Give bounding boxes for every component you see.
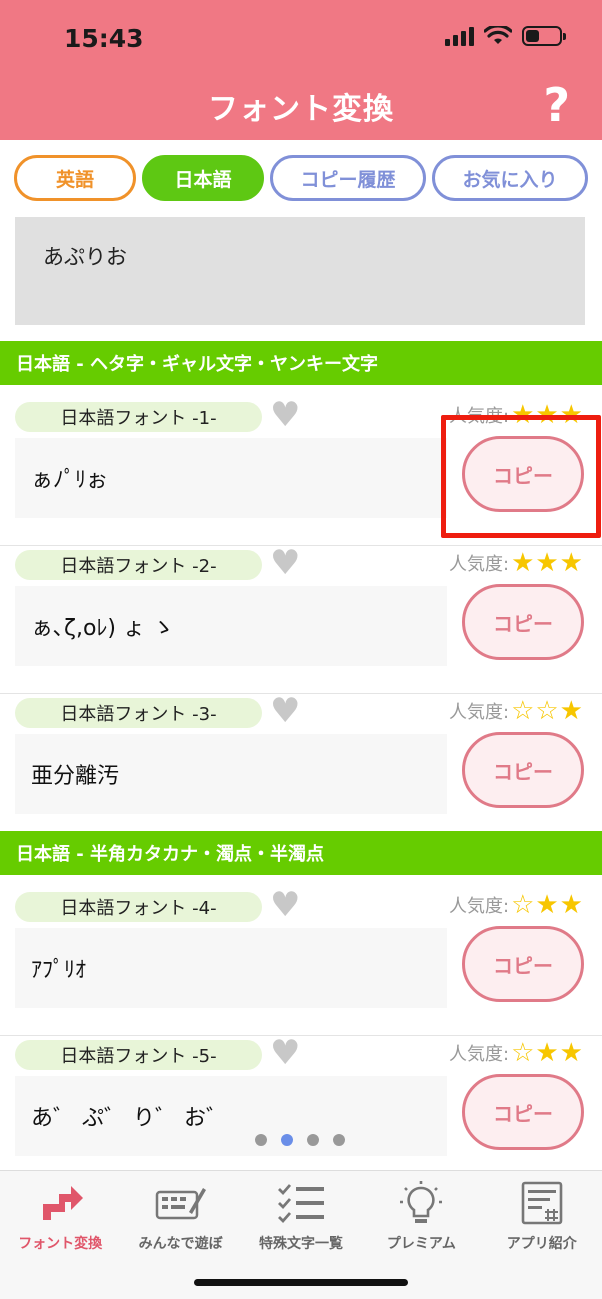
nav-item-app-intro[interactable]: アプリ紹介: [482, 1179, 602, 1253]
wifi-icon: [484, 26, 512, 44]
home-indicator: [194, 1279, 408, 1286]
nav-label: 特殊文字一覧: [258, 1236, 343, 1252]
nav-item-premium[interactable]: プレミアム: [361, 1179, 481, 1253]
page-dot[interactable]: [307, 1134, 319, 1146]
nav-label: フォント変換: [18, 1236, 103, 1252]
star-icons: ☆☆★: [511, 696, 584, 726]
heart-icon[interactable]: ♥: [270, 888, 306, 922]
heart-icon[interactable]: ♥: [270, 694, 306, 728]
popularity-label: 人気度:: [448, 702, 510, 723]
font-label: 日本語フォント -2-: [15, 550, 262, 580]
nav-label: アプリ紹介: [506, 1236, 577, 1252]
tab-english[interactable]: 英語: [14, 155, 136, 201]
nav-label: みんなで遊ぼ: [138, 1236, 223, 1252]
tab-japanese[interactable]: 日本語: [142, 155, 264, 201]
heart-icon[interactable]: ♥: [270, 1036, 306, 1070]
copy-button[interactable]: コピー: [462, 1074, 584, 1150]
font-row-3: 日本語フォント -3- ♥ 人気度: ☆☆★ 亜分離汚 コピー: [0, 694, 602, 842]
popularity-rating: 人気度: ☆☆★: [449, 696, 584, 726]
tab-favorites[interactable]: お気に入り: [432, 155, 588, 201]
copy-button[interactable]: コピー: [462, 732, 584, 808]
popularity-label: 人気度:: [448, 1044, 510, 1065]
font-sample: 亜分離汚: [15, 734, 447, 814]
page-dot[interactable]: [255, 1134, 267, 1146]
nav-item-special-chars[interactable]: 特殊文字一覧: [241, 1179, 361, 1253]
font-label: 日本語フォント -4-: [15, 892, 262, 922]
copy-button[interactable]: コピー: [462, 926, 584, 1002]
popularity-rating: 人気度: ☆★★: [449, 890, 584, 920]
font-sample: ぁﾉﾟﾘぉ: [15, 438, 447, 518]
font-sample: ぁ､ζ,oﾚ) ょ ゝ: [15, 586, 447, 666]
font-row-5: 日本語フォント -5- ♥ 人気度: ☆★★ あ゛ ぷ゛ り゛ お゛ コピー: [0, 1036, 602, 1184]
nav-item-font-convert[interactable]: フォント変換: [0, 1179, 120, 1253]
star-icons: ★★★: [511, 548, 584, 578]
section-header-heta: 日本語 - ヘタ字・ギャル文字・ヤンキー文字: [0, 341, 602, 385]
highlight-box: [441, 415, 601, 538]
section-header-hankaku: 日本語 - 半角カタカナ・濁点・半濁点: [0, 831, 602, 875]
page-dot-active[interactable]: [281, 1134, 293, 1146]
tab-copy-history[interactable]: コピー履歴: [270, 155, 426, 201]
page-dot[interactable]: [333, 1134, 345, 1146]
popularity-label: 人気度:: [448, 896, 510, 917]
heart-icon[interactable]: ♥: [270, 546, 306, 580]
checklist-icon: [274, 1179, 328, 1227]
battery-icon: [522, 26, 566, 46]
font-sample: ｱﾌﾟﾘｵ: [15, 928, 447, 1008]
language-tabs: 英語 日本語 コピー履歴 お気に入り: [14, 155, 588, 203]
page-title: フォント変換: [208, 92, 394, 127]
app-header: 15:43 フォント変換 ?: [0, 0, 602, 140]
font-row-2: 日本語フォント -2- ♥ 人気度: ★★★ ぁ､ζ,oﾚ) ょ ゝ コピー: [0, 546, 602, 694]
status-icons: [445, 26, 566, 46]
star-icons: ☆★★: [511, 890, 584, 920]
convert-arrows-icon: [33, 1179, 87, 1227]
nav-item-play-together[interactable]: みんなで遊ぼ: [121, 1179, 241, 1253]
font-label: 日本語フォント -5-: [15, 1040, 262, 1070]
font-sample: あ゛ ぷ゛ り゛ お゛: [15, 1076, 447, 1156]
status-time: 15:43: [64, 24, 144, 53]
popularity-rating: 人気度: ☆★★: [449, 1038, 584, 1068]
nav-label: プレミアム: [386, 1236, 456, 1252]
document-hash-icon: [515, 1179, 569, 1227]
heart-icon[interactable]: ♥: [270, 398, 306, 432]
help-icon[interactable]: ?: [543, 78, 570, 132]
page-indicator: [255, 1134, 345, 1146]
popularity-rating: 人気度: ★★★: [449, 548, 584, 578]
star-icons: ☆★★: [511, 1038, 584, 1068]
font-row-4: 日本語フォント -4- ♥ 人気度: ☆★★ ｱﾌﾟﾘｵ コピー: [0, 888, 602, 1036]
signal-icon: [445, 26, 474, 46]
popularity-label: 人気度:: [448, 554, 510, 575]
font-label: 日本語フォント -1-: [15, 402, 262, 432]
bottom-nav: フォント変換 みんなで遊ぼ 特殊文字一覧 プレミアム アプリ紹介: [0, 1170, 602, 1299]
lightbulb-icon: [394, 1179, 448, 1227]
text-input[interactable]: あぷりお: [15, 217, 585, 325]
font-label: 日本語フォント -3-: [15, 698, 262, 728]
copy-button[interactable]: コピー: [462, 584, 584, 660]
keyboard-pen-icon: [154, 1179, 208, 1227]
